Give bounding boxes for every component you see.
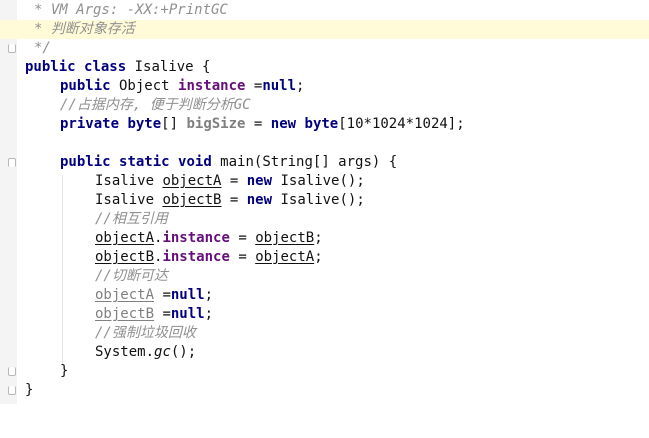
code-line-stmt-nulla: objectA =null; xyxy=(0,286,649,305)
field-name: instance xyxy=(162,249,230,265)
punctuation: ; xyxy=(204,287,214,303)
code-line: //切断可达 xyxy=(0,267,649,286)
variable: objectA xyxy=(162,173,222,189)
type-name: Isalive xyxy=(95,192,163,208)
punctuation: ; xyxy=(314,230,323,246)
expression: Isalive(); xyxy=(272,192,365,208)
class-ref: System. xyxy=(95,344,155,360)
code-line: * VM Args: -XX:+PrintGC xyxy=(0,1,649,20)
operator: = xyxy=(154,287,171,303)
comment-text: * VM Args: -XX:+PrintGC xyxy=(34,2,228,18)
keyword: public xyxy=(60,78,111,94)
code-line-stmt-ab: objectA.instance = objectB; xyxy=(0,229,649,248)
code-line-stmt-ba: objectB.instance = objectA; xyxy=(0,248,649,267)
keyword: byte xyxy=(304,116,339,132)
code-line: //强制垃圾回收 xyxy=(0,324,649,343)
class-name: Isalive xyxy=(134,59,194,75)
keyword: public xyxy=(60,154,111,170)
operator: = xyxy=(245,116,271,132)
expression: Isalive(); xyxy=(272,173,365,189)
operator: = xyxy=(229,249,256,265)
keyword: static xyxy=(119,154,170,170)
variable: objectB xyxy=(95,249,155,265)
code-line-stmt-b: Isalive objectB = new Isalive(); xyxy=(0,191,649,210)
brace: { xyxy=(193,59,211,75)
keyword: new xyxy=(246,192,273,208)
keyword: class xyxy=(84,59,127,75)
code-line: //相互引用 xyxy=(0,210,649,229)
code-line-close-method: } xyxy=(0,362,649,381)
operator: = xyxy=(221,192,247,208)
code-line-field-bigsize: private byte[] bigSize = new byte[10*102… xyxy=(0,115,649,134)
comment-text: //强制垃圾回收 xyxy=(95,325,196,341)
punctuation: ; xyxy=(204,306,214,322)
code-line-stmt-gc: System.gc(); xyxy=(0,343,649,362)
variable-unused: objectB xyxy=(95,306,155,322)
punctuation: (); xyxy=(170,344,197,360)
method-signature: main(String[] args) { xyxy=(211,154,398,170)
type-name: Object xyxy=(110,78,179,94)
code-line-main-decl: public static void main(String[] args) { xyxy=(0,153,649,172)
method-call: gc xyxy=(154,344,171,360)
operator: = xyxy=(245,78,263,94)
operator: = xyxy=(154,306,171,322)
comment-text: //切断可达 xyxy=(95,268,168,284)
punctuation: ; xyxy=(314,249,323,265)
keyword: new xyxy=(246,173,273,189)
keyword: new xyxy=(270,116,297,132)
code-line-stmt-nullb: objectB =null; xyxy=(0,305,649,324)
variable: objectB xyxy=(255,230,315,246)
field-name: instance xyxy=(162,230,230,246)
operator: = xyxy=(221,173,247,189)
code-line-current: * 判断对象存活 xyxy=(0,20,649,39)
punctuation: [] xyxy=(161,116,187,132)
keyword: private xyxy=(60,116,120,132)
code-line-close-class: } xyxy=(0,381,649,400)
keyword: null xyxy=(170,306,205,322)
variable: objectB xyxy=(162,192,222,208)
brace: } xyxy=(60,363,69,379)
field-name: bigSize xyxy=(186,116,246,132)
comment-text: */ xyxy=(34,40,51,56)
keyword: void xyxy=(178,154,212,170)
keyword: public xyxy=(25,59,76,75)
comment-text: //占据内存, 便于判断分析GC xyxy=(60,97,251,113)
variable-unused: objectA xyxy=(95,287,155,303)
operator: = xyxy=(229,230,256,246)
variable: objectA xyxy=(255,249,315,265)
keyword: byte xyxy=(127,116,162,132)
code-line-stmt-a: Isalive objectA = new Isalive(); xyxy=(0,172,649,191)
punctuation: ; xyxy=(296,78,305,94)
comment-text: * 判断对象存活 xyxy=(34,21,135,37)
code-line-field-instance: public Object instance =null; xyxy=(0,77,649,96)
type-name: Isalive xyxy=(95,173,163,189)
keyword: null xyxy=(262,78,297,94)
variable: objectA xyxy=(95,230,155,246)
field-name: instance xyxy=(178,78,246,94)
code-line: */ xyxy=(0,39,649,58)
comment-text: //相互引用 xyxy=(95,211,168,227)
expression: [10*1024*1024]; xyxy=(338,116,465,132)
keyword: null xyxy=(170,287,205,303)
code-line-class-decl: public class Isalive { xyxy=(0,58,649,77)
brace: } xyxy=(25,382,34,398)
code-line: //占据内存, 便于判断分析GC xyxy=(0,96,649,115)
